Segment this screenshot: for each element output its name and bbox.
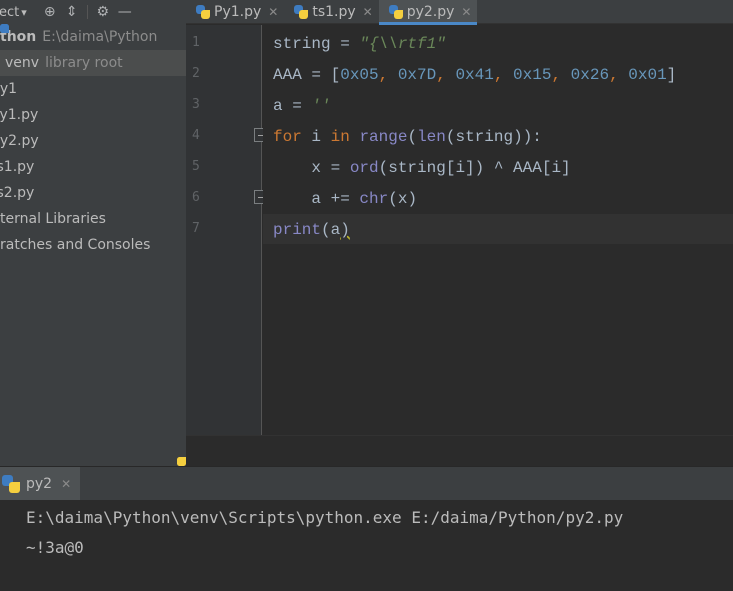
python-file-icon <box>294 5 309 19</box>
tree-item-ts2[interactable]: ts2.py <box>0 180 186 206</box>
tab-ts1[interactable]: ts1.py ✕ <box>284 0 378 24</box>
python-file-icon <box>196 5 210 19</box>
tree-item-label: py2.py <box>0 133 39 149</box>
venv-label: venv <box>5 55 40 71</box>
collapse-icon[interactable]: ⇕ <box>61 4 83 20</box>
close-icon[interactable]: ✕ <box>461 5 471 19</box>
line-number: 4 <box>192 128 200 143</box>
project-selector-label[interactable]: ect <box>0 5 19 20</box>
toolbar-divider <box>86 5 88 19</box>
line-number: 6 <box>192 190 200 205</box>
line-number: 3 <box>192 97 200 112</box>
tree-item-label: ts1.py <box>0 159 35 175</box>
tree-item-label: Py1.py <box>0 107 39 123</box>
console-command-line: E:\daima\Python\venv\Scripts\python.exe … <box>26 508 624 527</box>
tree-root[interactable]: thon E:\daima\Python <box>0 24 186 50</box>
tab-label: Py1.py <box>214 4 262 20</box>
tree-item-label: py1 <box>0 81 18 97</box>
code-line-1: string = "{\\rtf1" <box>273 35 446 53</box>
chevron-down-icon[interactable]: ▾ <box>21 6 27 19</box>
code-line-5: x = ord(string[i]) ^ AAA[i] <box>273 159 571 177</box>
editor-tab-bar: Py1.py ✕ ts1.py ✕ py2.py ✕ <box>186 0 733 25</box>
line-number: 7 <box>192 221 200 236</box>
run-console[interactable]: E:\daima\Python\venv\Scripts\python.exe … <box>0 500 733 591</box>
close-icon[interactable]: ✕ <box>268 5 278 19</box>
tree-item-external-libraries[interactable]: ternal Libraries <box>0 206 186 232</box>
tab-label: py2.py <box>406 4 455 20</box>
tree-item-py2[interactable]: py2.py <box>0 128 186 154</box>
code-editor[interactable]: string = "{\\rtf1" AAA = [0x05, 0x7D, 0x… <box>263 25 733 435</box>
line-number: 5 <box>192 159 200 174</box>
tree-item-scratches[interactable]: ratches and Consoles <box>0 232 186 258</box>
run-panel-header: py2 ✕ <box>0 466 733 501</box>
code-line-2: AAA = [0x05, 0x7D, 0x41, 0x15, 0x26, 0x0… <box>273 66 677 84</box>
tree-item-label: ratches and Consoles <box>0 237 151 253</box>
tree-item-venv[interactable]: venv library root <box>0 50 186 76</box>
tree-item-Py1[interactable]: Py1.py <box>0 102 186 128</box>
code-line-4: for i in range(len(string)): <box>273 128 542 146</box>
python-file-icon <box>388 5 403 19</box>
code-line-6: a += chr(x) <box>273 190 418 208</box>
run-tab-py2[interactable]: py2 ✕ <box>0 467 80 501</box>
target-icon[interactable]: ⊕ <box>39 4 61 20</box>
project-toolbar: ect ▾ ⊕ ⇕ ⚙ — <box>0 0 186 24</box>
tab-py2[interactable]: py2.py ✕ <box>378 0 478 25</box>
gear-icon[interactable]: ⚙ <box>92 4 114 20</box>
tree-item-label: ternal Libraries <box>0 211 106 227</box>
root-folder-path: E:\daima\Python <box>42 29 158 45</box>
run-tab-label: py2 <box>26 476 53 492</box>
library-root-note: library root <box>45 55 123 71</box>
minimize-icon[interactable]: — <box>114 4 136 20</box>
tree-item-py1[interactable]: py1 <box>0 76 186 102</box>
console-output-line: ~!3a@0 <box>26 538 84 557</box>
line-number: 2 <box>192 66 200 81</box>
editor-gutter: 1 2 3 4 5 6 7 <box>186 25 268 435</box>
tab-label: ts1.py <box>312 4 356 20</box>
code-line-3: a = '' <box>273 97 331 115</box>
close-icon[interactable]: ✕ <box>363 5 373 19</box>
project-tree: thon E:\daima\Python venv library root p… <box>0 24 186 466</box>
line-number: 1 <box>192 35 200 50</box>
code-line-7: print(a) <box>273 221 350 239</box>
editor-horizontal-scroll-area[interactable] <box>186 435 733 466</box>
tab-py1[interactable]: Py1.py ✕ <box>186 0 284 24</box>
close-icon[interactable]: ✕ <box>61 477 71 491</box>
python-run-icon <box>2 475 20 493</box>
tree-item-label: ts2.py <box>0 185 35 201</box>
tree-item-ts1[interactable]: ts1.py <box>0 154 186 180</box>
